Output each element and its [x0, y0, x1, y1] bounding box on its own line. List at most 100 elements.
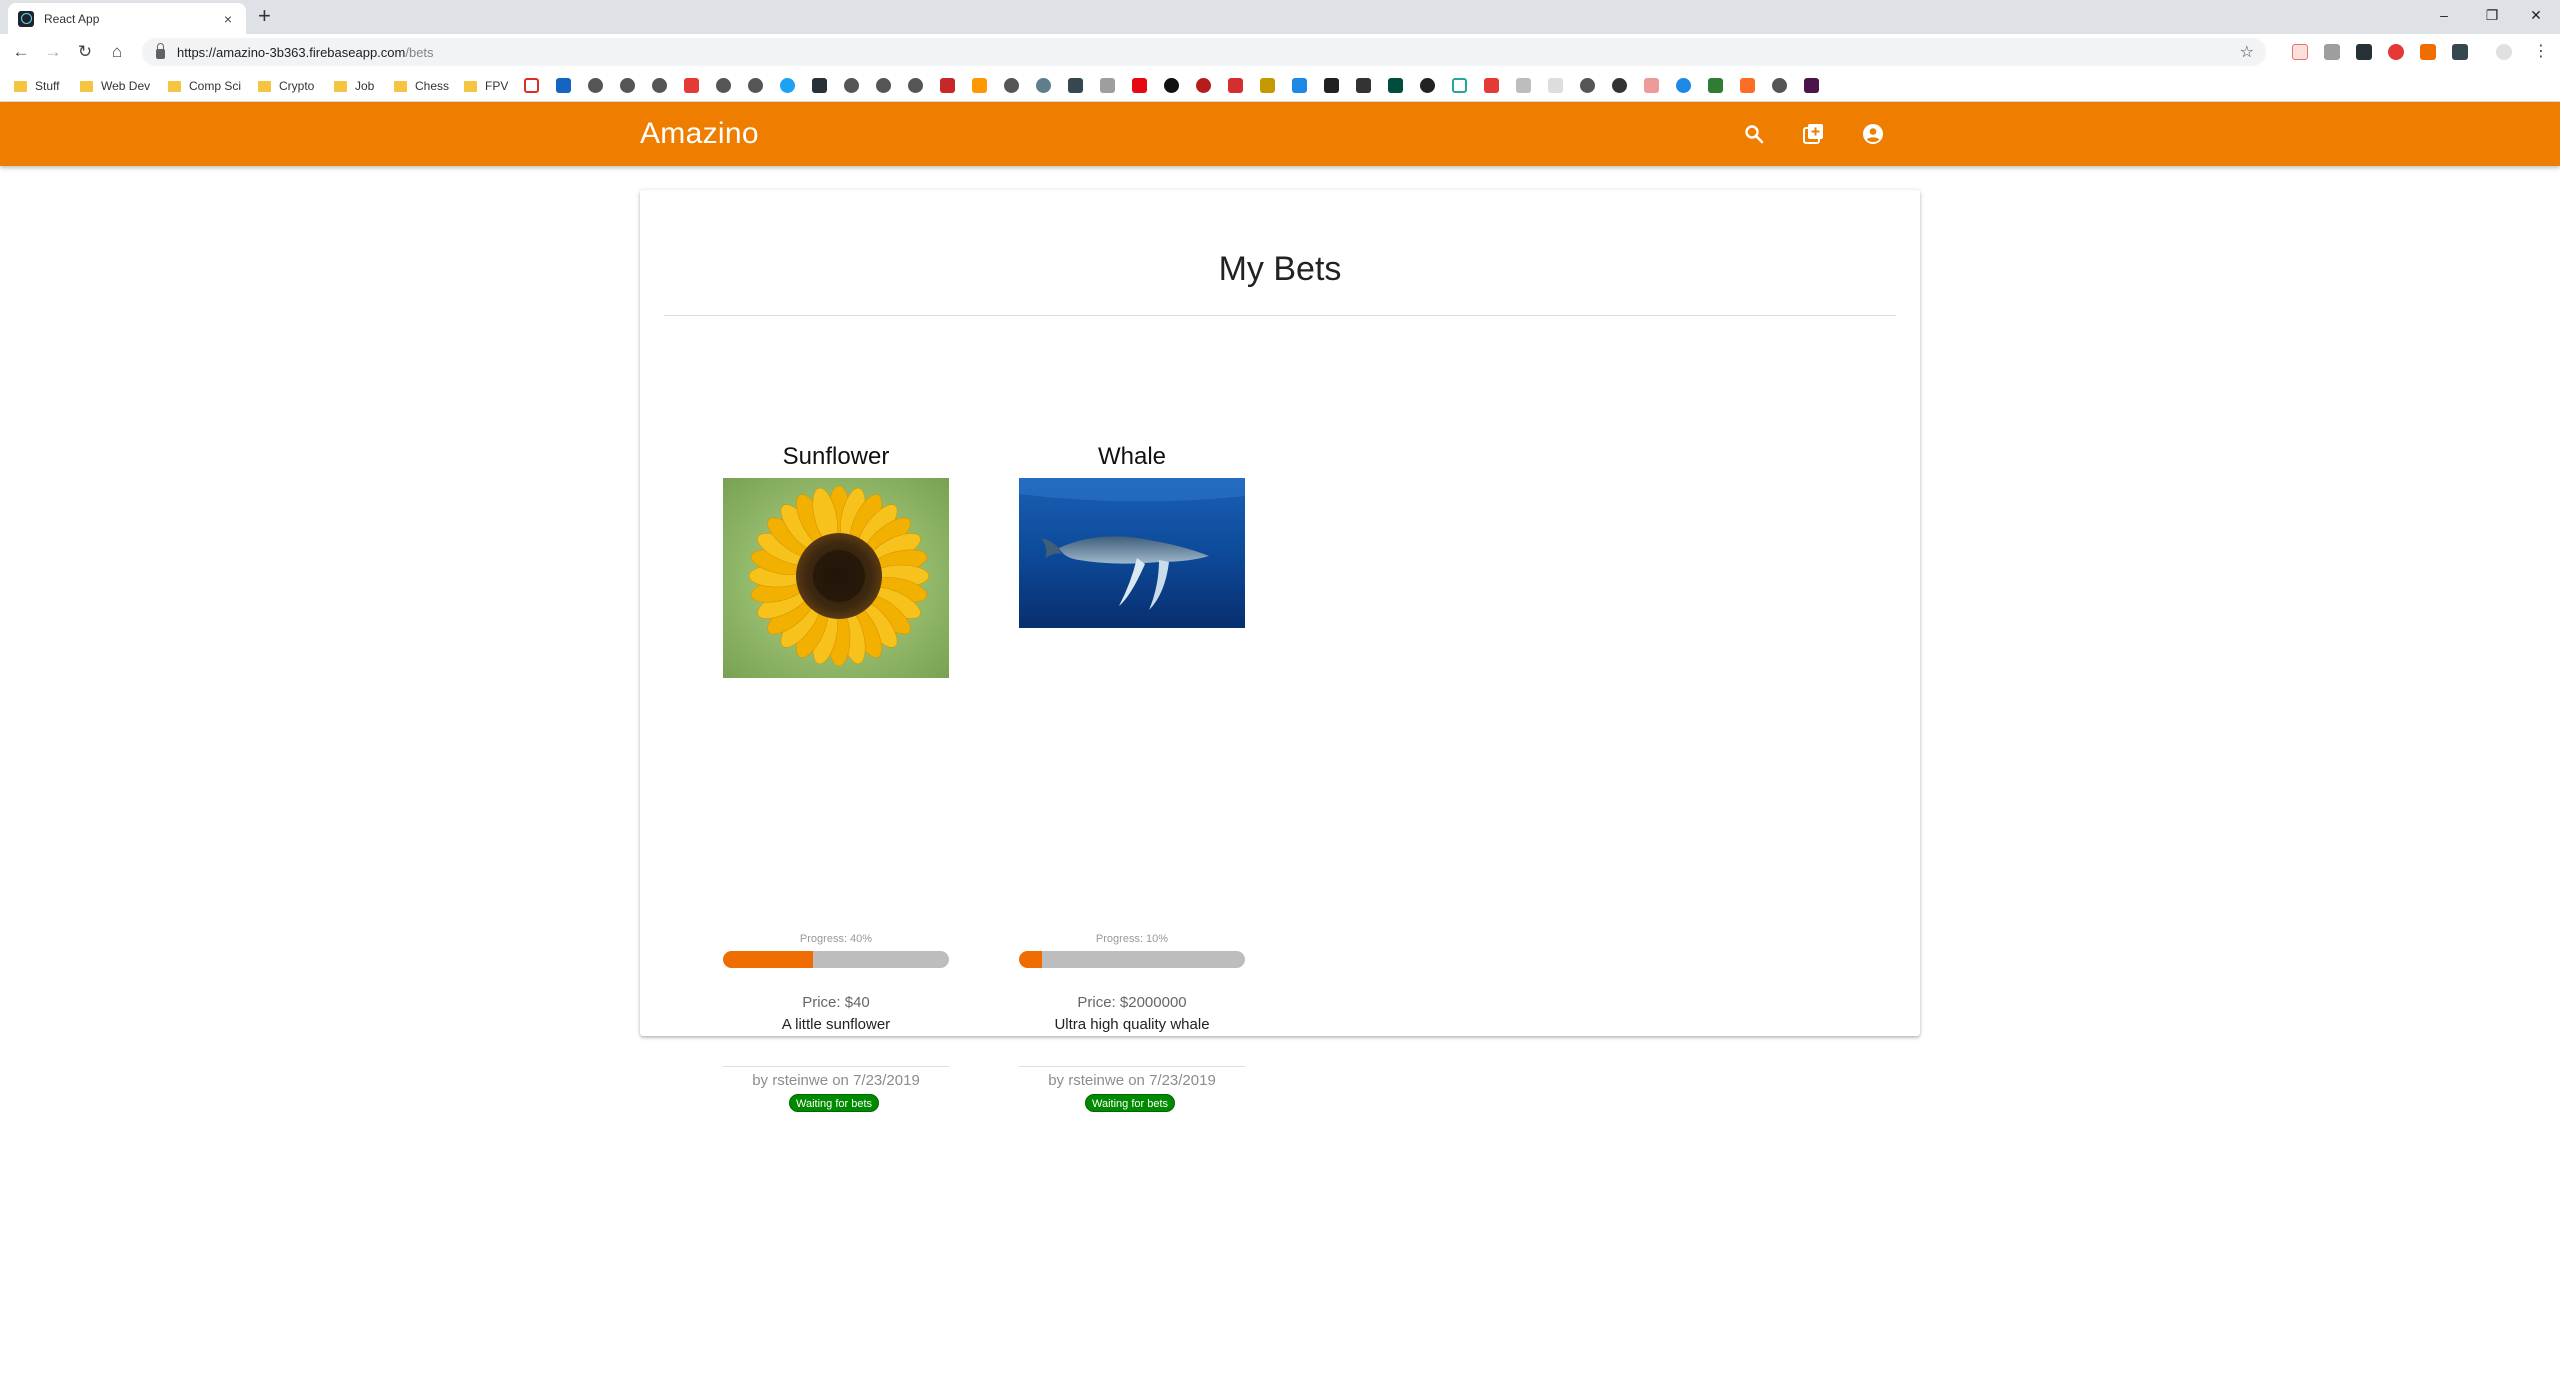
- minimize-button[interactable]: –: [2424, 2, 2464, 28]
- progress-fill: [1019, 951, 1042, 968]
- extension-icon[interactable]: [2420, 44, 2436, 60]
- amazon-icon[interactable]: [972, 78, 987, 93]
- bet-description: Ultra high quality whale: [1054, 1016, 1210, 1033]
- progress-bar: [723, 951, 949, 968]
- back-icon[interactable]: ←: [8, 40, 34, 64]
- netflix-icon[interactable]: [1132, 78, 1147, 93]
- url-path: /bets: [405, 44, 434, 60]
- bookmark-globe-icon[interactable]: [652, 78, 667, 93]
- bets-panel: My Bets Sunflower Progress: 40% Price: $…: [640, 190, 1920, 1112]
- tab-close-icon[interactable]: ×: [220, 11, 236, 27]
- extension-icon[interactable]: [2324, 44, 2340, 60]
- whale-image: [1019, 478, 1245, 628]
- bookmark-site-icon[interactable]: [1036, 78, 1051, 93]
- bookmark-globe-icon[interactable]: [876, 78, 891, 93]
- url-host: https://amazino-3b363.firebaseapp.com: [177, 44, 406, 60]
- bet-byline: by rsteinwe on 7/23/2019: [752, 1072, 920, 1089]
- bet-card-whale[interactable]: Whale Progress: 10% Price: $2000000 Ultr…: [1019, 442, 1245, 1122]
- bookmark-site-icon[interactable]: [1260, 78, 1275, 93]
- bookmark-globe-icon[interactable]: [1580, 78, 1595, 93]
- bookmark-site-icon[interactable]: [1164, 78, 1179, 93]
- folder-icon: [14, 80, 27, 92]
- bookmark-folder-label: Chess: [415, 79, 450, 93]
- browser-toolbar: ← → ↻ ⌂ https://amazino-3b363.firebaseap…: [0, 34, 2560, 70]
- bookmark-folder[interactable]: Stuff: [14, 78, 59, 94]
- account-circle-icon[interactable]: [1861, 122, 1885, 146]
- bookmark-site-icon[interactable]: [1100, 78, 1115, 93]
- address-bar[interactable]: https://amazino-3b363.firebaseapp.com /b…: [142, 38, 2266, 66]
- new-tab-button[interactable]: +: [258, 4, 271, 28]
- bookmark-site-icon[interactable]: [1356, 78, 1371, 93]
- add-box-icon[interactable]: [1801, 122, 1825, 146]
- bookmark-site-icon[interactable]: [1484, 78, 1499, 93]
- bookmark-site-icon[interactable]: [1324, 78, 1339, 93]
- bookmark-site-icon[interactable]: [1388, 78, 1403, 93]
- extension-icon[interactable]: [2452, 44, 2468, 60]
- slack-icon[interactable]: [1804, 78, 1819, 93]
- search-icon[interactable]: [1742, 122, 1766, 146]
- bookmark-folder[interactable]: Job: [334, 78, 374, 94]
- bookmark-globe-icon[interactable]: [716, 78, 731, 93]
- bookmark-folder-label: FPV: [485, 79, 509, 93]
- bookmark-folder[interactable]: Web Dev: [80, 78, 150, 94]
- bookmark-globe-icon[interactable]: [908, 78, 923, 93]
- forward-icon[interactable]: →: [40, 40, 66, 64]
- browser-tabstrip: React App × + – ❐ ✕: [0, 0, 2560, 34]
- twitter-icon[interactable]: [780, 78, 795, 93]
- app-bar: Amazino: [0, 102, 2560, 166]
- bookmark-globe-icon[interactable]: [1772, 78, 1787, 93]
- reload-icon[interactable]: ↻: [72, 40, 98, 64]
- bookmark-folder[interactable]: Chess: [394, 78, 449, 94]
- extension-icon[interactable]: [2356, 44, 2372, 60]
- restore-button[interactable]: ❐: [2472, 2, 2512, 28]
- bookmark-site-icon[interactable]: [1516, 78, 1531, 93]
- progress-label: Progress: 10%: [1095, 933, 1169, 945]
- bookmark-folder-label: Comp Sci: [189, 79, 242, 93]
- bookmark-globe-icon[interactable]: [844, 78, 859, 93]
- extension-icon[interactable]: [2388, 44, 2404, 60]
- bookmarks-bar: Stuff Web Dev Comp Sci Crypto Job Chess …: [0, 70, 2560, 102]
- bookmark-site-icon[interactable]: [812, 78, 827, 93]
- bookmark-site-icon[interactable]: [1644, 78, 1659, 93]
- bookmark-folder[interactable]: Crypto: [258, 78, 314, 94]
- browser-tab-active[interactable]: React App ×: [8, 3, 246, 34]
- bookmark-site-icon[interactable]: [1676, 78, 1691, 93]
- headphones-icon[interactable]: [1612, 78, 1627, 93]
- extension-icon[interactable]: [2292, 44, 2308, 60]
- bookmark-site-icon[interactable]: [1708, 78, 1723, 93]
- bookmark-star-icon[interactable]: ☆: [2240, 42, 2254, 62]
- status-badge: Waiting for bets: [1085, 1094, 1176, 1112]
- brand-title[interactable]: Amazino: [640, 117, 759, 151]
- bookmark-site-icon[interactable]: [1196, 78, 1211, 93]
- browser-menu-icon[interactable]: ⋮: [2528, 40, 2554, 64]
- bookmark-folder-label: Crypto: [279, 79, 315, 93]
- tab-title: React App: [44, 11, 100, 26]
- profile-avatar-icon[interactable]: [2496, 44, 2512, 60]
- card-divider: [723, 1066, 949, 1067]
- close-window-button[interactable]: ✕: [2516, 2, 2556, 28]
- bookmark-globe-icon[interactable]: [620, 78, 635, 93]
- bookmark-folder-label: Stuff: [35, 79, 60, 93]
- bookmark-site-icon[interactable]: [556, 78, 571, 93]
- folder-icon: [258, 80, 271, 92]
- bookmark-site-icon[interactable]: [1292, 78, 1307, 93]
- bookmark-globe-icon[interactable]: [748, 78, 763, 93]
- bookmark-folder[interactable]: FPV: [464, 78, 508, 94]
- folder-icon: [168, 80, 181, 92]
- folder-icon: [334, 80, 347, 92]
- youtube-icon[interactable]: [684, 78, 699, 93]
- gmail-icon[interactable]: [524, 78, 539, 93]
- gitlab-icon[interactable]: [1740, 78, 1755, 93]
- bookmark-globe-icon[interactable]: [588, 78, 603, 93]
- bookmark-site-icon[interactable]: [1452, 78, 1467, 93]
- home-icon[interactable]: ⌂: [104, 40, 130, 64]
- bookmark-folder[interactable]: Comp Sci: [168, 78, 241, 94]
- bookmark-globe-icon[interactable]: [1004, 78, 1019, 93]
- bet-card-sunflower[interactable]: Sunflower Progress: 40% Price: $40 A lit…: [723, 442, 949, 1122]
- folder-icon: [394, 80, 407, 92]
- bookmark-site-icon[interactable]: [1068, 78, 1083, 93]
- bookmark-site-icon[interactable]: [1548, 78, 1563, 93]
- bookmark-site-icon[interactable]: [940, 78, 955, 93]
- bookmark-site-icon[interactable]: [1420, 78, 1435, 93]
- bookmark-site-icon[interactable]: [1228, 78, 1243, 93]
